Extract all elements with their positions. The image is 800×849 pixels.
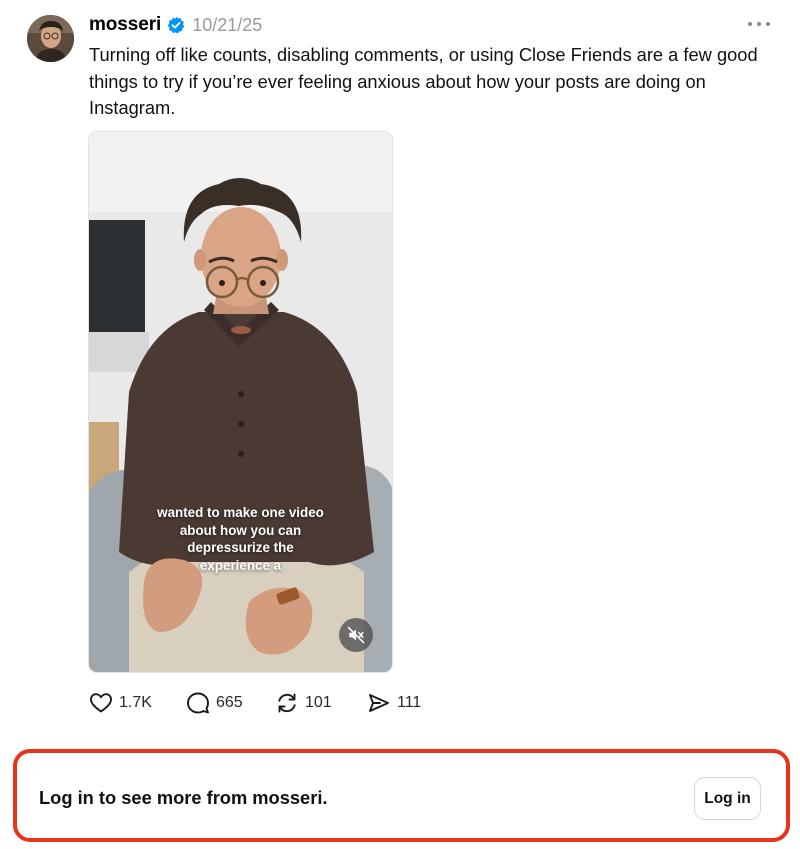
repost-button[interactable]: 101: [275, 690, 367, 716]
like-button[interactable]: 1.7K: [89, 690, 186, 716]
more-horizontal-icon: [748, 22, 770, 26]
repost-count: 101: [305, 694, 332, 711]
login-button[interactable]: Log in: [694, 777, 761, 820]
mute-toggle-button[interactable]: [339, 618, 373, 652]
like-count: 1.7K: [119, 694, 152, 711]
comment-count: 665: [216, 694, 243, 711]
verified-badge-icon: [167, 16, 185, 34]
comment-bubble-icon: [187, 692, 209, 714]
caption-line: experience a: [199, 557, 282, 573]
post-actions: 1.7K 665 101 111: [89, 690, 421, 716]
comment-button[interactable]: 665: [186, 690, 275, 716]
post-timestamp[interactable]: 10/21/25: [192, 15, 262, 36]
share-count: 111: [397, 694, 422, 711]
more-options-button[interactable]: [746, 14, 772, 34]
post-header: mosseri 10/21/25: [89, 12, 262, 38]
speaker-muted-icon: [347, 626, 365, 644]
caption-line: depressurize the: [187, 540, 294, 555]
video-caption: wanted to make one video about how you c…: [89, 504, 392, 574]
threads-post-page: mosseri 10/21/25 Turning off like counts…: [0, 0, 800, 849]
video-frame-image: [89, 132, 392, 672]
repost-icon: [278, 693, 296, 713]
post-body-text: Turning off like counts, disabling comme…: [89, 44, 758, 118]
caption-line: about how you can: [179, 522, 302, 538]
send-icon: [369, 694, 389, 712]
username[interactable]: mosseri: [89, 14, 161, 36]
login-prompt-text: Log in to see more from mosseri.: [39, 787, 328, 808]
avatar[interactable]: [27, 15, 74, 62]
caption-line: wanted to make one video: [157, 505, 324, 520]
heart-icon: [90, 693, 112, 713]
post-video[interactable]: wanted to make one video about how you c…: [88, 131, 393, 673]
share-button[interactable]: 111: [367, 690, 421, 716]
